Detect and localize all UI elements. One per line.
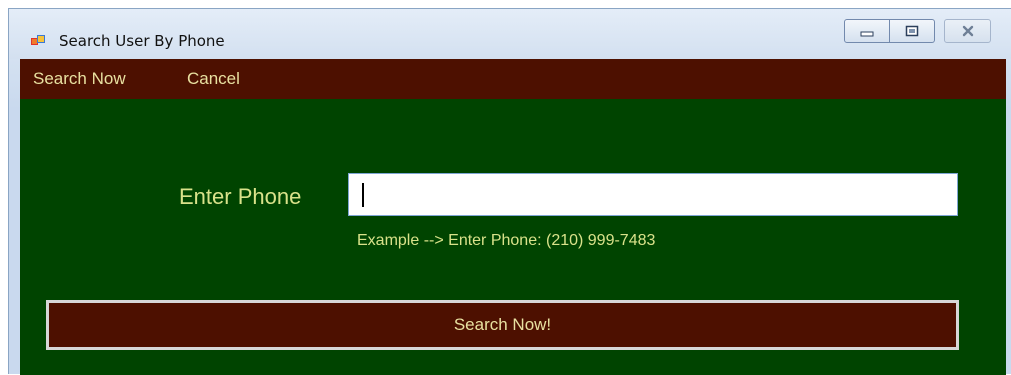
- menu-item-cancel[interactable]: Cancel: [187, 69, 240, 89]
- restore-icon: [905, 22, 919, 41]
- menu-bar: Search Now Cancel: [20, 59, 1006, 99]
- close-button[interactable]: [944, 19, 991, 43]
- window-title: Search User By Phone: [59, 32, 225, 50]
- phone-input[interactable]: [348, 173, 958, 216]
- restore-button[interactable]: [890, 19, 935, 43]
- menu-item-search-now[interactable]: Search Now: [33, 69, 126, 89]
- example-hint: Example --> Enter Phone: (210) 999-7483: [357, 232, 656, 249]
- form-client-area: Search Now Cancel Enter Phone Example --…: [20, 59, 1006, 375]
- phone-label: Enter Phone: [179, 184, 302, 209]
- text-caret: [362, 183, 364, 207]
- windows-form-icon: [30, 33, 46, 49]
- window-controls: [844, 19, 991, 45]
- minimize-button[interactable]: [844, 19, 890, 43]
- close-icon: [961, 22, 975, 41]
- title-bar[interactable]: Search User By Phone: [9, 9, 1011, 59]
- search-now-button[interactable]: Search Now!: [46, 300, 959, 350]
- minimize-icon: [860, 22, 874, 41]
- app-window: Search User By Phone Search Now Cancel E…: [8, 8, 1011, 375]
